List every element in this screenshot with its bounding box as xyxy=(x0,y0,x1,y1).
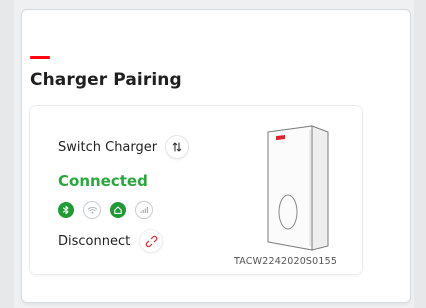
connectivity-icons xyxy=(58,202,152,218)
charger-card: Switch Charger Connected Disconnect TACW… xyxy=(30,106,362,274)
disconnect-row: Disconnect xyxy=(58,230,163,252)
bluetooth-icon xyxy=(58,202,74,218)
wifi-icon xyxy=(84,202,100,218)
home-network-icon xyxy=(110,202,126,218)
background-left-edge xyxy=(0,0,14,308)
connection-status: Connected xyxy=(58,172,148,190)
swap-arrows-icon xyxy=(172,142,182,152)
switch-charger-row: Switch Charger xyxy=(58,136,189,158)
charger-device-image xyxy=(267,125,329,251)
disconnect-button[interactable] xyxy=(140,230,163,252)
title-accent-bar xyxy=(30,56,50,59)
background-right-edge xyxy=(414,0,426,308)
switch-charger-button[interactable] xyxy=(166,136,189,158)
switch-charger-label: Switch Charger xyxy=(58,139,158,155)
broken-link-icon xyxy=(145,235,157,247)
disconnect-label: Disconnect xyxy=(58,233,131,249)
cellular-icon xyxy=(136,202,152,218)
page-title: Charger Pairing xyxy=(30,70,182,90)
charger-serial-number: TACW2242020S0155 xyxy=(234,256,338,267)
